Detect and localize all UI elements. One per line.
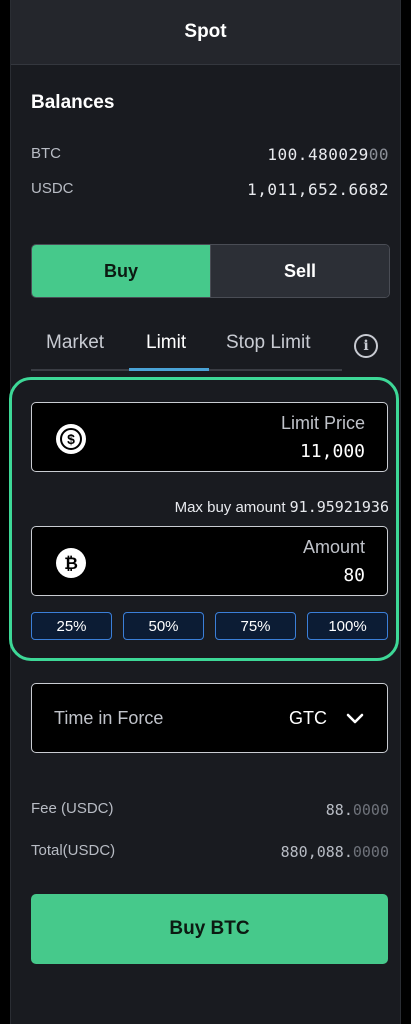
amount-label: Amount — [302, 537, 365, 557]
panel-header: Spot — [11, 0, 400, 65]
svg-text:$: $ — [67, 431, 75, 447]
balances-title: Balances — [31, 92, 115, 113]
fee-value: 88.0000 — [325, 801, 389, 819]
limit-price-field[interactable]: $ Limit Price 11,000 — [31, 402, 388, 472]
tab-market[interactable]: Market — [46, 332, 104, 354]
fee-label: Fee (USDC) — [31, 800, 114, 817]
limit-price-value: 11,000 — [299, 441, 365, 462]
order-type-tabs: Market Limit Stop Limit i — [31, 330, 401, 372]
svg-text:₿: ₿ — [64, 554, 78, 573]
usdc-coin-icon: $ — [56, 424, 86, 454]
buy-btc-button[interactable]: Buy BTC — [31, 894, 388, 964]
limit-price-label: Limit Price — [280, 413, 365, 433]
time-in-force-value: GTC — [289, 708, 327, 728]
time-in-force-select[interactable]: Time in Force GTC — [31, 683, 388, 753]
percent-25-button[interactable]: 25% — [31, 612, 112, 640]
panel-title: Spot — [184, 21, 227, 42]
percent-50-button[interactable]: 50% — [123, 612, 204, 640]
info-icon[interactable]: i — [354, 334, 378, 358]
amount-value: 80 — [343, 565, 365, 586]
total-value: 880,088.0000 — [280, 843, 389, 861]
balance-label-usdc: USDC — [31, 180, 74, 197]
balance-value-btc: 100.48002900 — [267, 145, 389, 164]
tab-stop-limit[interactable]: Stop Limit — [226, 332, 310, 354]
balance-label-btc: BTC — [31, 145, 61, 162]
percent-75-button[interactable]: 75% — [215, 612, 296, 640]
max-buy-amount: Max buy amount 91.95921936 — [174, 498, 389, 516]
side-toggle: Buy Sell — [31, 244, 390, 298]
amount-field[interactable]: ₿ Amount 80 — [31, 526, 388, 596]
sell-side-button[interactable]: Sell — [210, 245, 389, 297]
spot-trade-panel: Spot Balances BTC 100.48002900 USDC 1,01… — [9, 0, 401, 1024]
buy-side-button[interactable]: Buy — [32, 245, 210, 297]
balance-value-usdc: 1,011,652.6682 — [247, 180, 389, 199]
percent-100-button[interactable]: 100% — [307, 612, 388, 640]
chevron-down-icon — [346, 713, 364, 724]
total-label: Total(USDC) — [31, 842, 116, 859]
time-in-force-label: Time in Force — [54, 708, 164, 728]
tab-limit[interactable]: Limit — [146, 332, 186, 354]
bitcoin-coin-icon: ₿ — [56, 548, 86, 578]
tab-active-underline — [129, 368, 209, 371]
